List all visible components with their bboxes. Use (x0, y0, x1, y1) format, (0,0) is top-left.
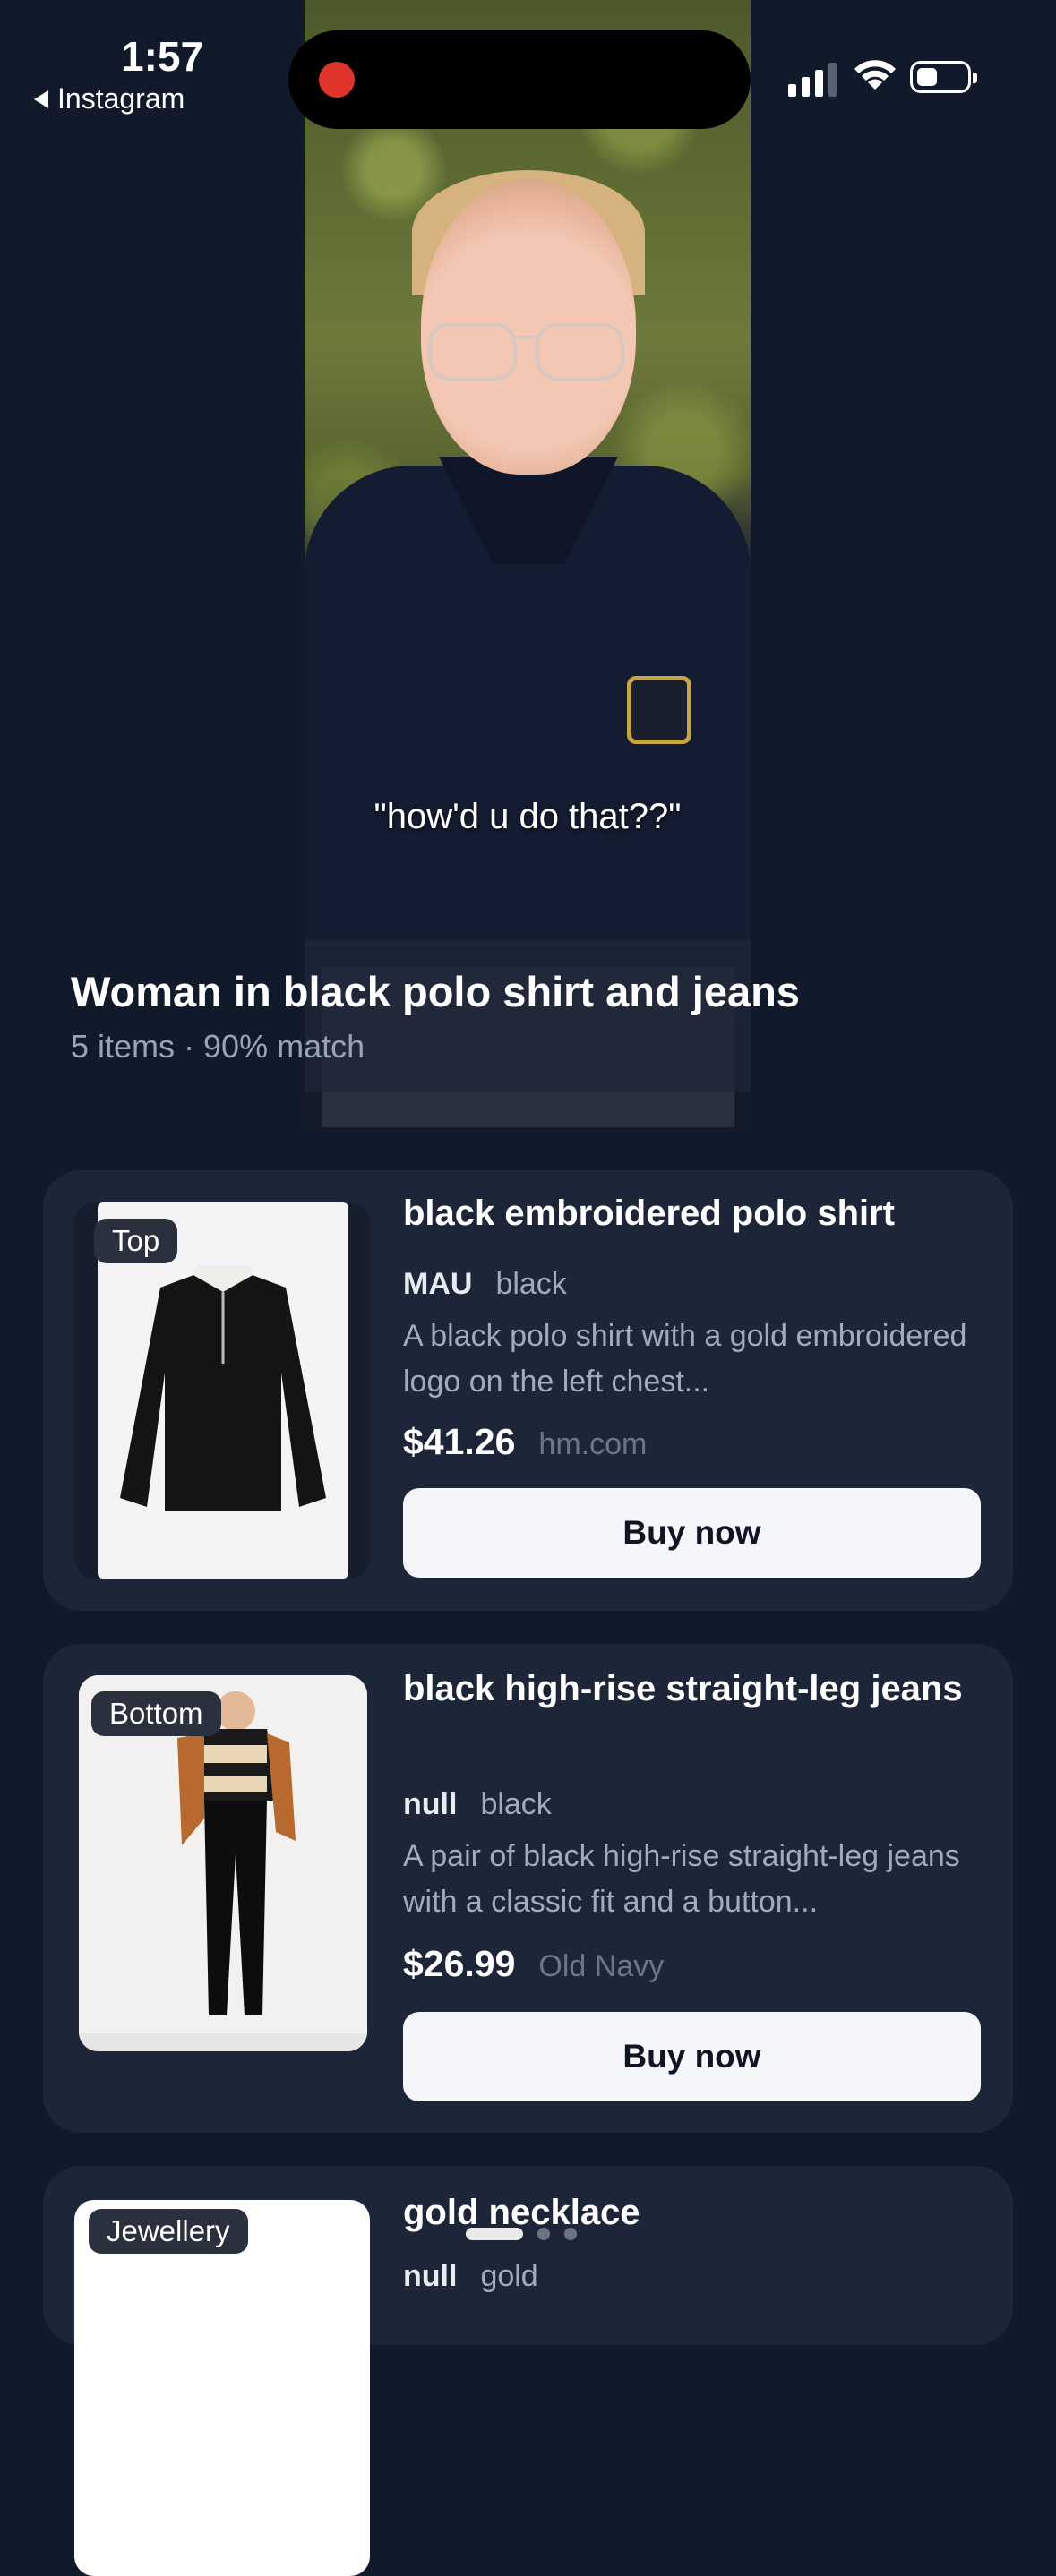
product-price: $26.99 (403, 1943, 516, 1984)
product-name: black high-rise straight-leg jeans (403, 1669, 963, 1708)
wifi-icon (854, 60, 896, 90)
product-color: black (495, 1267, 567, 1301)
back-to-app-button[interactable]: Instagram (34, 82, 185, 116)
back-arrow-icon (34, 90, 48, 108)
cellular-signal-icon (788, 63, 837, 97)
title-overlay (305, 940, 751, 1092)
product-meta: null black (403, 1787, 552, 1822)
product-meta: null gold (403, 2259, 538, 2294)
dynamic-island (288, 30, 751, 129)
category-tag: Top (94, 1219, 178, 1263)
shirt-logo-patch (627, 676, 691, 744)
product-color: black (480, 1787, 552, 1821)
product-description: A pair of black high-rise straight-leg j… (403, 1839, 960, 1919)
home-indicator[interactable] (466, 2228, 523, 2240)
battery-icon (910, 61, 977, 93)
product-store: hm.com (538, 1427, 648, 1461)
product-name: black embroidered polo shirt (403, 1194, 896, 1233)
price-row: $26.99 Old Navy (403, 1943, 664, 1985)
product-description: A black polo shirt with a gold embroider… (403, 1319, 967, 1399)
product-color: gold (480, 2259, 538, 2293)
back-app-label: Instagram (57, 82, 185, 115)
glasses-shape (428, 323, 624, 381)
outfit-title: Woman in black polo shirt and jeans (71, 968, 800, 1015)
page-dots (537, 2228, 577, 2240)
product-card[interactable]: Bottom black high-rise straight-leg jean… (43, 1644, 1013, 2133)
product-brand: null (403, 1787, 458, 1821)
product-price: $41.26 (403, 1421, 516, 1462)
product-card[interactable]: Jewellery gold necklace null gold (43, 2166, 1013, 2576)
product-image[interactable]: Top (74, 1202, 370, 1579)
product-brand: null (403, 2259, 458, 2293)
status-time: 1:57 (121, 33, 204, 80)
price-row: $41.26 hm.com (403, 1421, 647, 1463)
video-caption: "how'd u do that??" (373, 797, 682, 836)
category-tag: Jewellery (89, 2209, 248, 2254)
recording-indicator-icon (319, 62, 355, 98)
product-image[interactable]: Jewellery (74, 2200, 370, 2576)
product-brand: MAU (403, 1267, 473, 1301)
category-tag: Bottom (91, 1691, 221, 1736)
outfit-subtitle: 5 items · 90% match (71, 1028, 365, 1065)
product-card[interactable]: Top black embroidered polo shirt MAU bla… (43, 1170, 1013, 1611)
buy-now-button[interactable]: Buy now (403, 2012, 981, 2101)
buy-now-button[interactable]: Buy now (403, 1488, 981, 1578)
product-meta: MAU black (403, 1267, 567, 1302)
product-image[interactable]: Bottom (79, 1675, 367, 2051)
product-store: Old Navy (538, 1949, 665, 1983)
